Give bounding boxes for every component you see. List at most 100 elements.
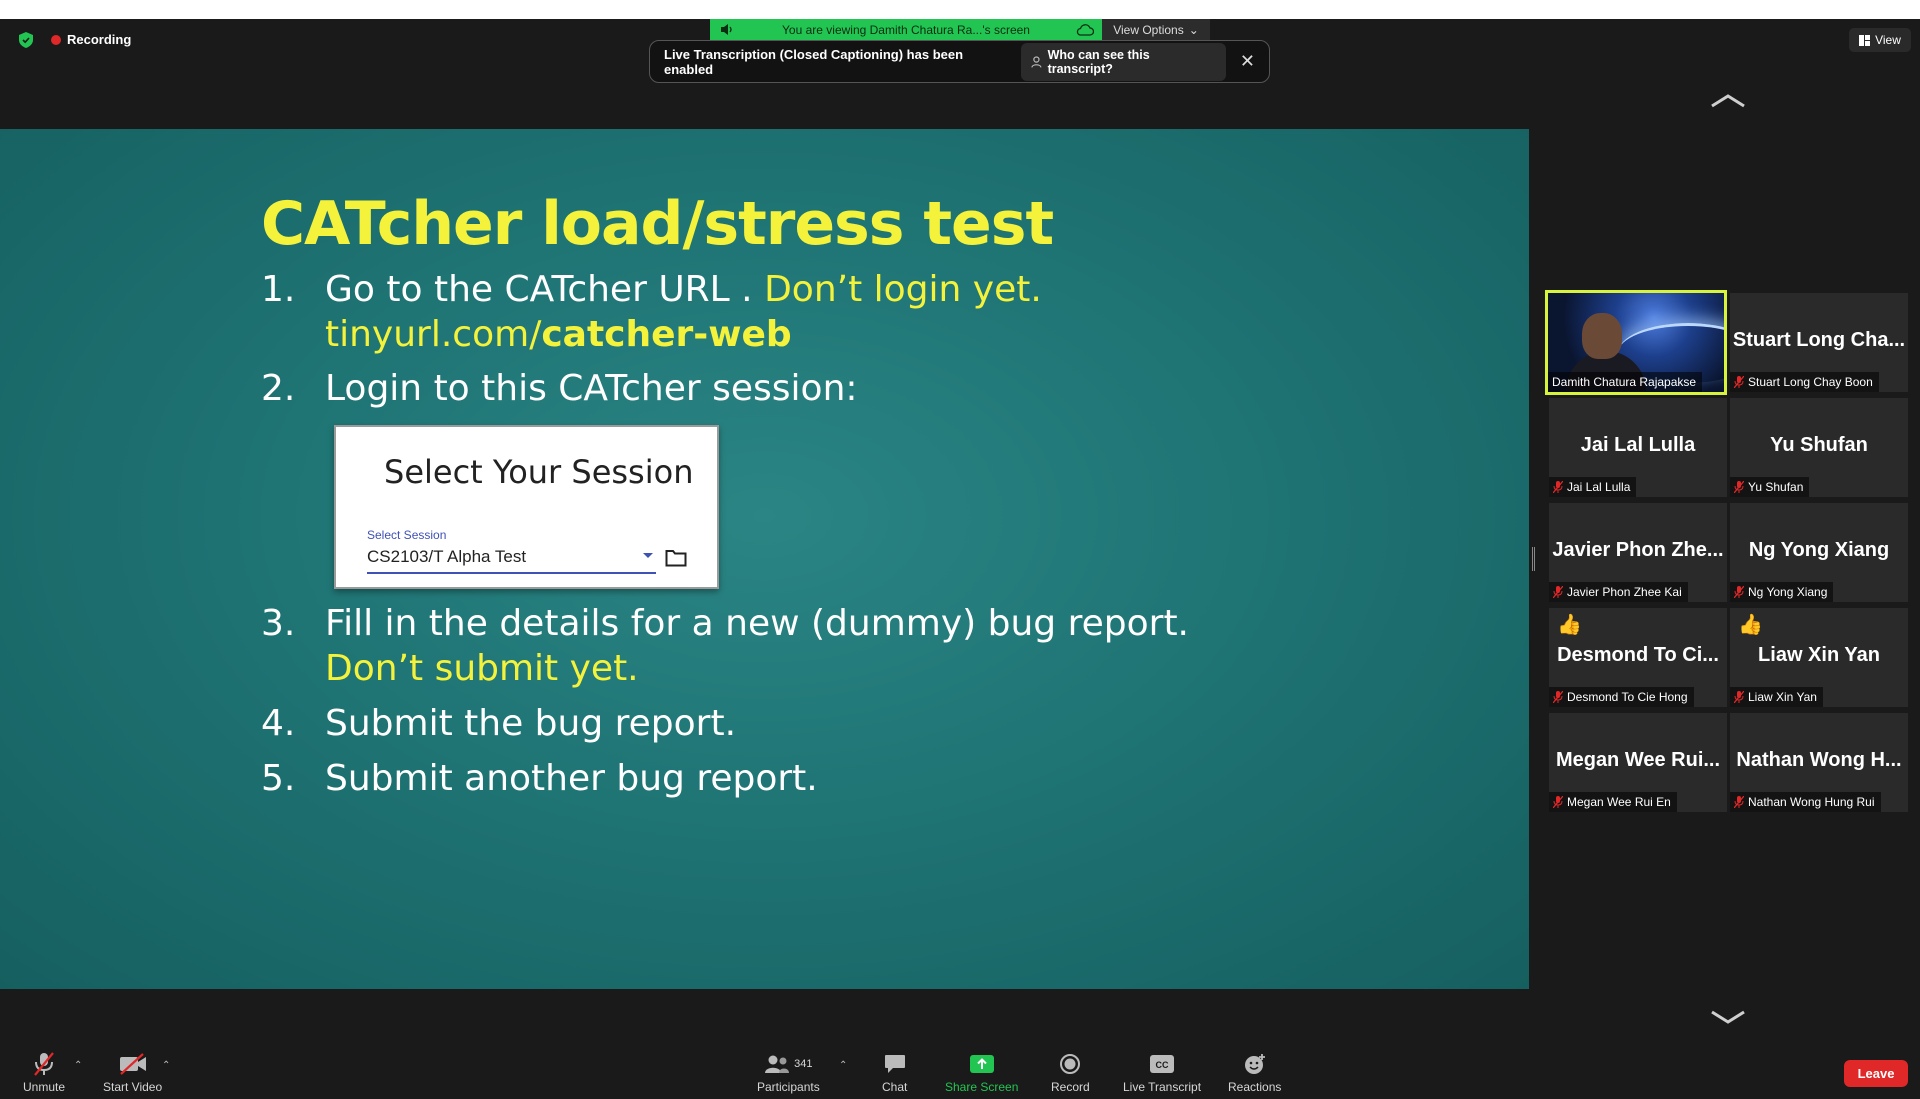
video-person-head [1582,313,1622,359]
live-transcript-label: Live Transcript [1123,1080,1202,1094]
session-select-card: Select Your Session Select Session CS210… [334,425,719,589]
svg-text:CC: CC [1156,1060,1169,1070]
session-field-label: Select Session [367,528,447,542]
thumbs-up-reaction-icon: 👍 [1738,614,1763,636]
participant-name: Ng Yong Xiang [1748,585,1828,599]
participant-display-name: Stuart Long Cha... [1732,329,1906,351]
add-reaction-icon [1244,1054,1265,1074]
start-video-button[interactable]: Start Video [103,1052,162,1094]
participant-display-name: Nathan Wong H... [1736,749,1902,771]
participant-name: Liaw Xin Yan [1748,690,1817,704]
chat-button[interactable]: Chat [882,1052,907,1094]
participant-name: Yu Shufan [1748,480,1804,494]
step-4: 4. Submit the bug report. [261,703,736,744]
step-5: 5. Submit another bug report. [261,758,818,799]
participants-button[interactable]: 341 Participants [757,1052,820,1094]
chevron-up-icon[interactable] [1710,94,1746,108]
view-layout-button[interactable]: View [1849,28,1911,52]
session-card-title: Select Your Session [384,453,694,491]
shared-screen-slide: CATcher load/stress test 1. Go to the CAT… [0,129,1529,989]
panel-resize-handle[interactable] [1532,547,1535,571]
participants-label: Participants [757,1080,820,1094]
chat-icon [884,1055,905,1073]
view-button-label: View [1875,33,1901,47]
closed-caption-icon: CC [1150,1055,1175,1073]
view-grid-icon [1859,34,1871,46]
speaker-icon [721,24,732,35]
participants-options-caret-icon[interactable]: ⌃ [839,1060,847,1071]
step-1: 1. Go to the CATcher URL . Don’t login ye… [261,269,1042,310]
participant-display-name: Liaw Xin Yan [1758,644,1880,666]
participant-tile[interactable]: 👍 Liaw Xin Yan Liaw Xin Yan [1730,608,1908,707]
live-transcript-button[interactable]: CC Live Transcript [1123,1052,1201,1094]
video-off-icon [119,1053,146,1075]
who-can-see-label: Who can see this transcript? [1047,47,1150,76]
audio-options-caret-icon[interactable]: ⌃ [74,1060,82,1071]
participant-name-label: Nathan Wong Hung Rui [1730,792,1881,812]
participant-name: Jai Lal Lulla [1567,480,1631,494]
slide-title: CATcher load/stress test [261,189,1054,259]
share-screen-button[interactable]: Share Screen [945,1052,1018,1094]
start-video-label: Start Video [103,1080,163,1094]
who-can-see-transcript-button[interactable]: Who can see this transcript? [1020,42,1226,81]
participant-tile[interactable]: Yu Shufan Yu Shufan [1730,398,1908,497]
step-number: 3. [261,603,296,644]
step-3-note: Don’t submit yet. [325,648,639,689]
top-system-strip [0,0,1920,19]
participant-tile-active-speaker[interactable]: Damith Chatura Rajapakse [1545,290,1727,395]
recording-indicator[interactable]: Recording [51,32,131,47]
recording-dot-icon [51,34,61,45]
participant-display-name: Jai Lal Lulla [1580,434,1696,456]
session-field-underline [367,572,656,574]
video-options-caret-icon[interactable]: ⌃ [162,1060,170,1071]
muted-mic-icon [1553,481,1563,493]
chevron-down-icon[interactable] [1710,1010,1746,1024]
security-shield-icon[interactable] [19,32,33,48]
muted-mic-icon [1734,481,1744,493]
record-label: Record [1051,1080,1090,1094]
participant-name-label: Desmond To Cie Hong [1549,687,1694,707]
view-options-button[interactable]: View Options ⌄ [1102,19,1210,40]
participant-name: Megan Wee Rui En [1567,795,1671,809]
participant-display-name: Yu Shufan [1770,434,1868,456]
participant-name-label: Liaw Xin Yan [1730,687,1823,707]
screen-share-banner: You are viewing Damith Chatura Ra...'s s… [710,19,1210,40]
step-text: Submit the bug report. [325,703,737,744]
muted-mic-icon [1734,796,1744,808]
url-prefix: tinyurl.com/ [325,314,542,355]
muted-mic-icon [1734,691,1744,703]
muted-mic-icon [1553,691,1563,703]
muted-microphone-icon [34,1052,54,1076]
step-1-url: tinyurl.com/catcher-web [325,314,792,355]
leave-button[interactable]: Leave [1844,1060,1908,1087]
participant-tile[interactable]: Megan Wee Rui... Megan Wee Rui En [1549,713,1727,812]
participant-display-name: Ng Yong Xiang [1748,539,1890,561]
reactions-button[interactable]: Reactions [1228,1052,1281,1094]
session-field-value: CS2103/T Alpha Test [367,547,527,566]
participant-tile[interactable]: Ng Yong Xiang Ng Yong Xiang [1730,503,1908,602]
participant-tile[interactable]: Javier Phon Zhe... Javier Phon Zhee Kai [1549,503,1727,602]
folder-icon [665,550,687,567]
step-2: 2. Login to this CATcher session: [261,368,858,409]
participant-tile[interactable]: Stuart Long Cha... Stuart Long Chay Boon [1730,293,1908,392]
close-icon[interactable]: ✕ [1240,51,1255,72]
participant-tile[interactable]: Jai Lal Lulla Jai Lal Lulla [1549,398,1727,497]
record-button[interactable]: Record [1051,1052,1090,1094]
step-number: 2. [261,368,296,409]
unmute-button[interactable]: Unmute [23,1052,65,1094]
zoom-meeting-window: Recording You are viewing Damith Chatura… [0,0,1920,1099]
meeting-toolbar: Unmute ⌃ Start Video ⌃ 341 Participants … [0,1046,1920,1099]
recording-label: Recording [67,32,132,47]
share-screen-icon [969,1055,994,1073]
participant-name: Stuart Long Chay Boon [1748,375,1873,389]
step-highlight: Don’t login yet. [764,269,1042,310]
participants-icon [765,1055,790,1073]
transcription-banner: Live Transcription (Closed Captioning) h… [649,40,1270,83]
participant-name-label: Megan Wee Rui En [1549,792,1677,812]
participant-tile[interactable]: Nathan Wong H... Nathan Wong Hung Rui [1730,713,1908,812]
participant-count: 341 [794,1058,813,1070]
step-number: 5. [261,758,296,799]
reactions-label: Reactions [1228,1080,1282,1094]
participant-tile[interactable]: 👍 Desmond To Ci... Desmond To Cie Hong [1549,608,1727,707]
cloud-icon [1076,24,1094,36]
